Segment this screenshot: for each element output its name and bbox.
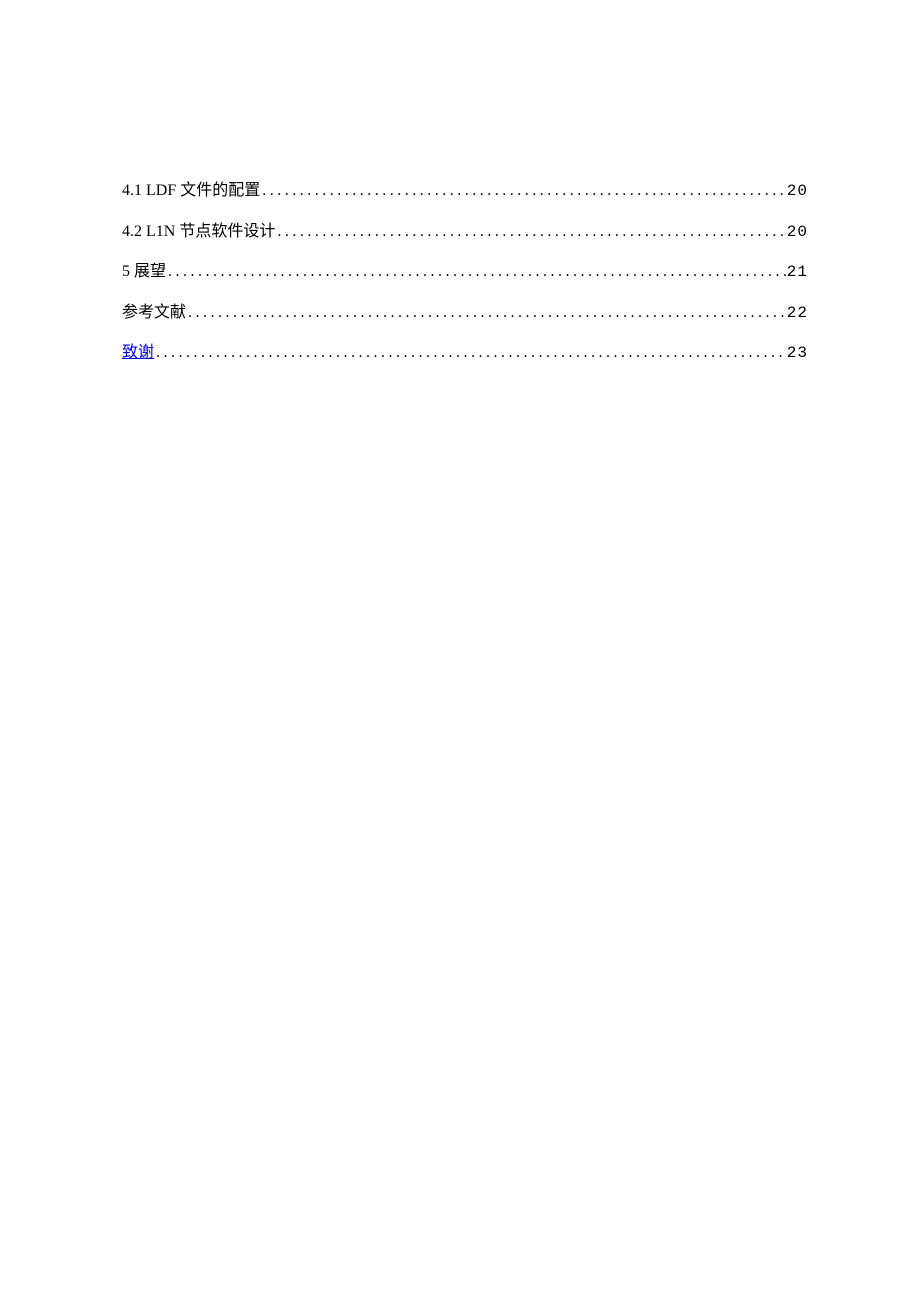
toc-page-number: 20 (787, 220, 808, 246)
toc-entry: 4.2 L1N 节点软件设计 20 (122, 219, 808, 246)
toc-label: 参考文献 (122, 300, 186, 326)
toc-label: 4.2 L1N 节点软件设计 (122, 219, 275, 245)
toc-page-number: 21 (787, 260, 808, 286)
toc-page-number: 20 (787, 179, 808, 205)
toc-page-number: 22 (787, 301, 808, 327)
toc-page-number: 23 (787, 341, 808, 367)
toc-label: 4.1 LDF 文件的配置 (122, 178, 260, 204)
toc-link[interactable]: 致谢 (122, 340, 154, 366)
toc-container: 4.1 LDF 文件的配置 20 4.2 L1N 节点软件设计 20 5 展望 21 参考文… (122, 178, 808, 367)
toc-leader (275, 219, 786, 245)
toc-leader (186, 300, 787, 326)
toc-leader (260, 178, 787, 204)
toc-label: 5 展望 (122, 259, 166, 285)
toc-leader (154, 340, 787, 366)
toc-entry: 4.1 LDF 文件的配置 20 (122, 178, 808, 205)
toc-entry: 致谢 23 (122, 340, 808, 367)
toc-leader (166, 259, 787, 285)
toc-entry: 5 展望 21 (122, 259, 808, 286)
toc-entry: 参考文献 22 (122, 300, 808, 327)
